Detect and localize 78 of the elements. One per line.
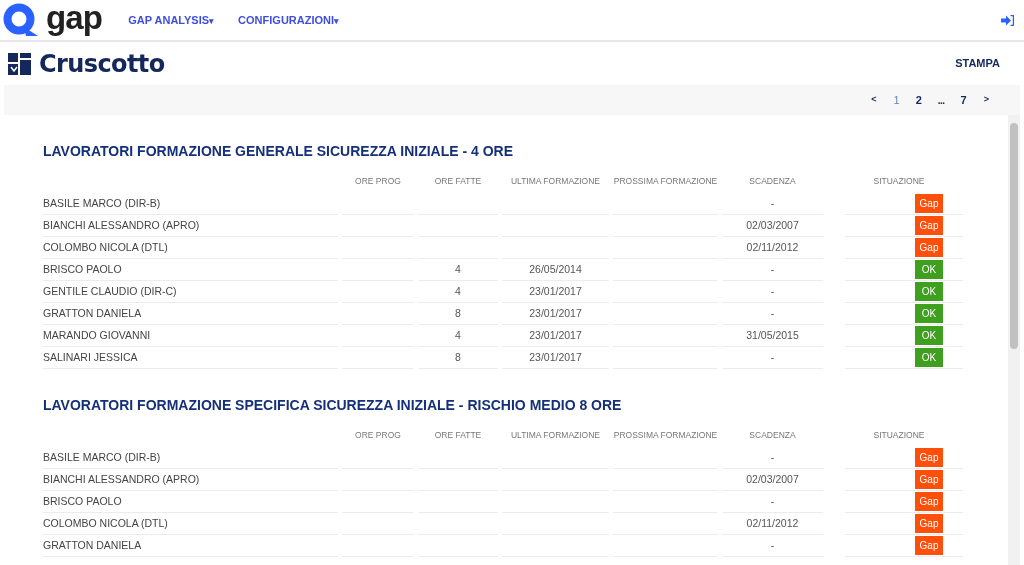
table-cell: BASILE MARCO (DIR-B) [43, 447, 338, 469]
table-cell-text: 02/11/2012 [746, 239, 799, 255]
print-link[interactable]: STAMPA [955, 55, 1000, 72]
status-badge: OK [915, 326, 943, 345]
scrollbar[interactable] [1008, 115, 1020, 565]
table-cell: BASILE MARCO (DIR-B) [43, 193, 338, 215]
status-badge: Gap [915, 470, 943, 489]
column-header: ULTIMA FORMAZIONE [509, 175, 602, 188]
status-badge: Gap [915, 194, 943, 213]
table-cell-text: 02/03/2007 [746, 217, 799, 233]
page-link[interactable]: 2 [909, 91, 928, 109]
column-header: SITUAZIONE [872, 429, 926, 442]
table-cell-text: - [770, 283, 775, 299]
column-header: ULTIMA FORMAZIONE [509, 429, 602, 442]
status-badge: Gap [915, 514, 943, 533]
page-ellipsis[interactable]: ... [931, 92, 951, 108]
status-badge: Gap [915, 536, 943, 555]
table-cell-text: - [770, 195, 775, 211]
table-cell-text: 8 [455, 349, 461, 365]
column-header: PROSSIMA FORMAZIONE [613, 175, 718, 188]
table-cell-text: - [770, 349, 775, 365]
table-cell-text: 02/03/2007 [746, 471, 799, 487]
table-cell-text: 4 [455, 283, 461, 299]
table-cell-text: - [770, 305, 775, 321]
column-header: PROSSIMA FORMAZIONE [613, 429, 718, 442]
table-cell: GRATTON DANIELA [43, 303, 338, 325]
column-header: ORE PROG [354, 175, 402, 188]
table-cell-text: - [770, 537, 775, 553]
dashboard-icon [8, 52, 31, 75]
logo-text: gap [46, 0, 103, 34]
column-header: SCADENZA [748, 175, 797, 188]
logo-icon [2, 3, 40, 37]
page-title: Cruscotto [39, 48, 165, 80]
status-badge: OK [915, 304, 943, 323]
column-header: ORE FATTE [433, 429, 483, 442]
table-cell-text: - [770, 261, 775, 277]
table-cell-text: 23/01/2017 [529, 349, 582, 365]
table-cell: COLOMBO NICOLA (DTL) [43, 237, 338, 259]
column-header: SITUAZIONE [872, 175, 926, 188]
status-badge: OK [915, 282, 943, 301]
table-cell-text: - [770, 493, 775, 509]
table-cell: SALINARI JESSICA [43, 347, 338, 369]
table-cell-text: - [770, 449, 775, 465]
table-cell-text: 02/11/2012 [746, 515, 799, 531]
table-cell: COLOMBO NICOLA (DTL) [43, 513, 338, 535]
column-header: SCADENZA [748, 429, 797, 442]
table-cell-text: 31/05/2015 [746, 327, 799, 343]
status-badge: Gap [915, 238, 943, 257]
section-title: LAVORATORI FORMAZIONE SPECIFICA SICUREZZA INIZIALE - RISCHIO MEDIO 8 ORE [43, 396, 623, 415]
status-badge: Gap [915, 492, 943, 511]
table-cell-text: 26/05/2014 [529, 261, 582, 277]
page-link[interactable]: 7 [954, 91, 973, 109]
status-badge: Gap [915, 216, 943, 235]
table-cell: GENTILE CLAUDIO (DIR-C) [43, 281, 338, 303]
table-cell: MARANDO GIOVANNI [43, 325, 338, 347]
table-cell-text: 23/01/2017 [529, 327, 582, 343]
table-cell: BIANCHI ALESSANDRO (APRO) [43, 469, 338, 491]
table-cell-text: 8 [455, 305, 461, 321]
section-title: LAVORATORI FORMAZIONE GENERALE SICUREZZA INIZIALE - 4 ORE [43, 142, 515, 161]
status-badge: OK [915, 260, 943, 279]
table-cell: BIANCHI ALESSANDRO (APRO) [43, 215, 338, 237]
page-link[interactable]: 1 [887, 91, 906, 109]
table-cell-text: 23/01/2017 [529, 283, 582, 299]
table-cell-text: 4 [455, 327, 461, 343]
menu-link[interactable]: CONFIGURAZIONI▾ [238, 11, 340, 29]
column-header: ORE PROG [354, 429, 402, 442]
table-cell: BRISCO PAOLO [43, 491, 338, 513]
table-cell-text: 23/01/2017 [529, 305, 582, 321]
status-badge: Gap [915, 448, 943, 467]
logout-icon[interactable] [1001, 14, 1014, 26]
status-badge: OK [915, 348, 943, 367]
page-arrow[interactable]: > [976, 93, 996, 107]
table-cell: GRATTON DANIELA [43, 535, 338, 557]
menu-link[interactable]: GAP ANALYSIS▾ [128, 11, 215, 29]
page-arrow[interactable]: < [864, 93, 884, 107]
table-cell: BRISCO PAOLO [43, 259, 338, 281]
table-cell-text: 4 [455, 261, 461, 277]
column-header: ORE FATTE [433, 175, 483, 188]
